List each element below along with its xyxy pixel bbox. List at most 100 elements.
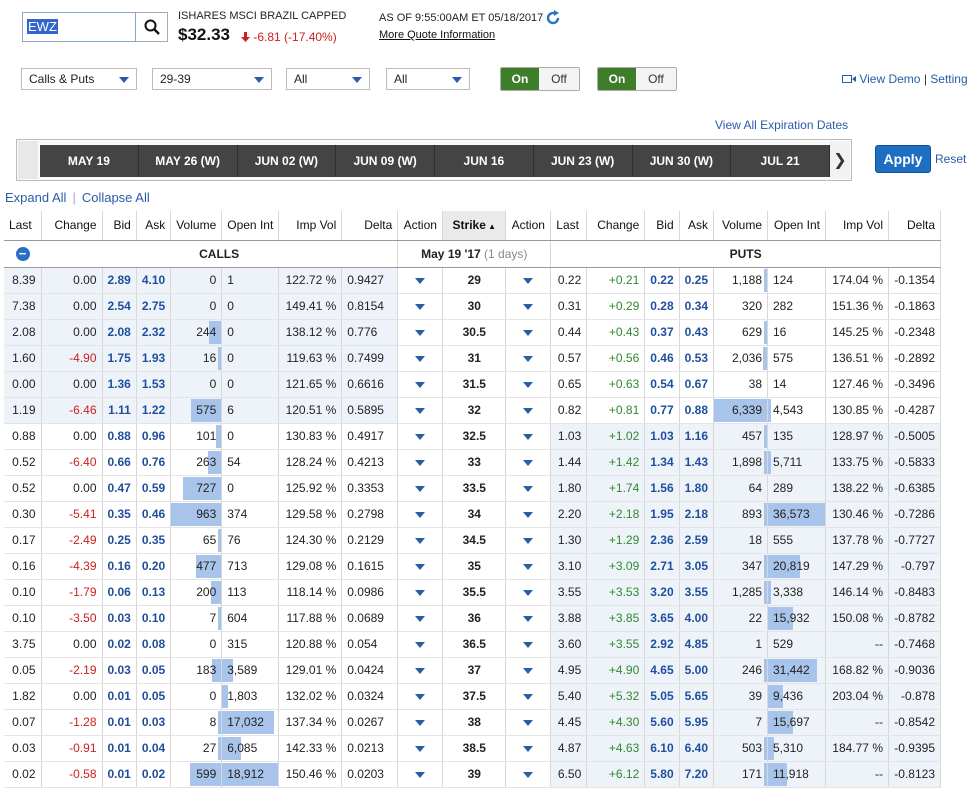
call-action-dropdown[interactable] (397, 553, 444, 580)
put-action-dropdown[interactable] (505, 449, 552, 476)
put-action-dropdown[interactable] (505, 553, 552, 580)
call-action-dropdown[interactable] (397, 579, 444, 606)
toggle-2-on[interactable]: On (598, 68, 636, 90)
call-bid[interactable]: 0.03 (102, 657, 137, 684)
put-bid[interactable]: 2.71 (644, 553, 680, 580)
toggle-1[interactable]: On Off (500, 67, 580, 91)
collapse-toggle[interactable]: − (4, 240, 41, 268)
put-ask[interactable]: 5.00 (679, 657, 715, 684)
put-ask[interactable]: 6.40 (679, 735, 715, 762)
filter-select-2[interactable]: All (386, 68, 470, 90)
call-ask[interactable]: 0.35 (136, 527, 172, 554)
put-action-dropdown[interactable] (505, 631, 552, 658)
call-action-dropdown[interactable] (397, 657, 444, 684)
call-ask[interactable]: 4.10 (136, 267, 172, 294)
column-header-delta[interactable]: Delta (341, 211, 399, 241)
call-ask[interactable]: 2.75 (136, 293, 172, 320)
collapse-all-link[interactable]: Collapse All (82, 190, 150, 205)
call-bid[interactable]: 0.06 (102, 579, 137, 606)
toggle-2[interactable]: On Off (597, 67, 677, 91)
put-ask[interactable]: 2.18 (679, 501, 715, 528)
toggle-1-on[interactable]: On (501, 68, 539, 90)
call-bid[interactable]: 0.35 (102, 501, 137, 528)
column-header-last[interactable]: Last (4, 211, 42, 241)
put-action-dropdown[interactable] (505, 761, 552, 788)
column-header-change[interactable]: Change (41, 211, 103, 241)
call-bid[interactable]: 1.11 (102, 397, 137, 424)
call-bid[interactable]: 0.25 (102, 527, 137, 554)
put-ask[interactable]: 2.59 (679, 527, 715, 554)
put-ask[interactable]: 4.85 (679, 631, 715, 658)
put-ask[interactable]: 4.00 (679, 605, 715, 632)
call-bid[interactable]: 0.16 (102, 553, 137, 580)
put-action-dropdown[interactable] (505, 267, 552, 294)
put-ask[interactable]: 0.25 (679, 267, 715, 294)
put-bid[interactable]: 2.92 (644, 631, 680, 658)
column-header-ask[interactable]: Ask (679, 211, 715, 241)
call-bid[interactable]: 2.54 (102, 293, 137, 320)
call-ask[interactable]: 0.03 (136, 709, 172, 736)
put-bid[interactable]: 3.20 (644, 579, 680, 606)
view-demo-link[interactable]: View Demo (859, 72, 920, 86)
call-bid[interactable]: 0.47 (102, 475, 137, 502)
put-bid[interactable]: 0.77 (644, 397, 680, 424)
expiration-tab[interactable]: JUL 21 (731, 145, 830, 177)
put-bid[interactable]: 0.54 (644, 371, 680, 398)
put-action-dropdown[interactable] (505, 709, 552, 736)
call-action-dropdown[interactable] (397, 683, 444, 710)
put-action-dropdown[interactable] (505, 683, 552, 710)
put-bid[interactable]: 0.37 (644, 319, 680, 346)
expiration-tab[interactable]: JUN 23 (W) (534, 145, 633, 177)
call-action-dropdown[interactable] (397, 345, 444, 372)
call-action-dropdown[interactable] (397, 527, 444, 554)
call-bid[interactable]: 0.88 (102, 423, 137, 450)
column-header-strike[interactable]: Strike ▲ (442, 211, 507, 241)
put-bid[interactable]: 0.22 (644, 267, 680, 294)
call-bid[interactable]: 0.01 (102, 683, 137, 710)
call-action-dropdown[interactable] (397, 397, 444, 424)
call-ask[interactable]: 0.20 (136, 553, 172, 580)
put-bid[interactable]: 0.46 (644, 345, 680, 372)
put-bid[interactable]: 5.05 (644, 683, 680, 710)
put-bid[interactable]: 4.65 (644, 657, 680, 684)
call-ask[interactable]: 1.53 (136, 371, 172, 398)
call-ask[interactable]: 1.93 (136, 345, 172, 372)
toggle-1-off[interactable]: Off (539, 68, 579, 90)
refresh-button[interactable] (545, 9, 561, 30)
call-bid[interactable]: 0.01 (102, 709, 137, 736)
put-ask[interactable]: 7.20 (679, 761, 715, 788)
put-ask[interactable]: 0.53 (679, 345, 715, 372)
call-action-dropdown[interactable] (397, 605, 444, 632)
expiration-scroll-right[interactable]: ❯ (830, 141, 850, 179)
put-ask[interactable]: 0.43 (679, 319, 715, 346)
call-ask[interactable]: 0.04 (136, 735, 172, 762)
call-action-dropdown[interactable] (397, 423, 444, 450)
put-bid[interactable]: 1.95 (644, 501, 680, 528)
put-action-dropdown[interactable] (505, 527, 552, 554)
put-ask[interactable]: 5.65 (679, 683, 715, 710)
call-action-dropdown[interactable] (397, 709, 444, 736)
expand-all-link[interactable]: Expand All (5, 190, 66, 205)
strike-range-select[interactable]: 29-39 (152, 68, 272, 90)
call-ask[interactable]: 0.76 (136, 449, 172, 476)
expiration-tab[interactable]: JUN 16 (435, 145, 534, 177)
call-bid[interactable]: 1.75 (102, 345, 137, 372)
call-action-dropdown[interactable] (397, 501, 444, 528)
call-bid[interactable]: 0.01 (102, 761, 137, 788)
column-header-bid[interactable]: Bid (102, 211, 137, 241)
call-ask[interactable]: 1.22 (136, 397, 172, 424)
put-action-dropdown[interactable] (505, 475, 552, 502)
put-bid[interactable]: 1.56 (644, 475, 680, 502)
put-ask[interactable]: 0.88 (679, 397, 715, 424)
more-quote-link[interactable]: More Quote Information (379, 29, 495, 41)
column-header-change[interactable]: Change (586, 211, 646, 241)
call-bid[interactable]: 1.36 (102, 371, 137, 398)
put-bid[interactable]: 2.36 (644, 527, 680, 554)
put-ask[interactable]: 5.95 (679, 709, 715, 736)
call-action-dropdown[interactable] (397, 475, 444, 502)
column-header-delta[interactable]: Delta (888, 211, 941, 241)
put-ask[interactable]: 1.16 (679, 423, 715, 450)
expiration-tab[interactable]: MAY 26 (W) (139, 145, 238, 177)
put-ask[interactable]: 3.05 (679, 553, 715, 580)
call-action-dropdown[interactable] (397, 761, 444, 788)
